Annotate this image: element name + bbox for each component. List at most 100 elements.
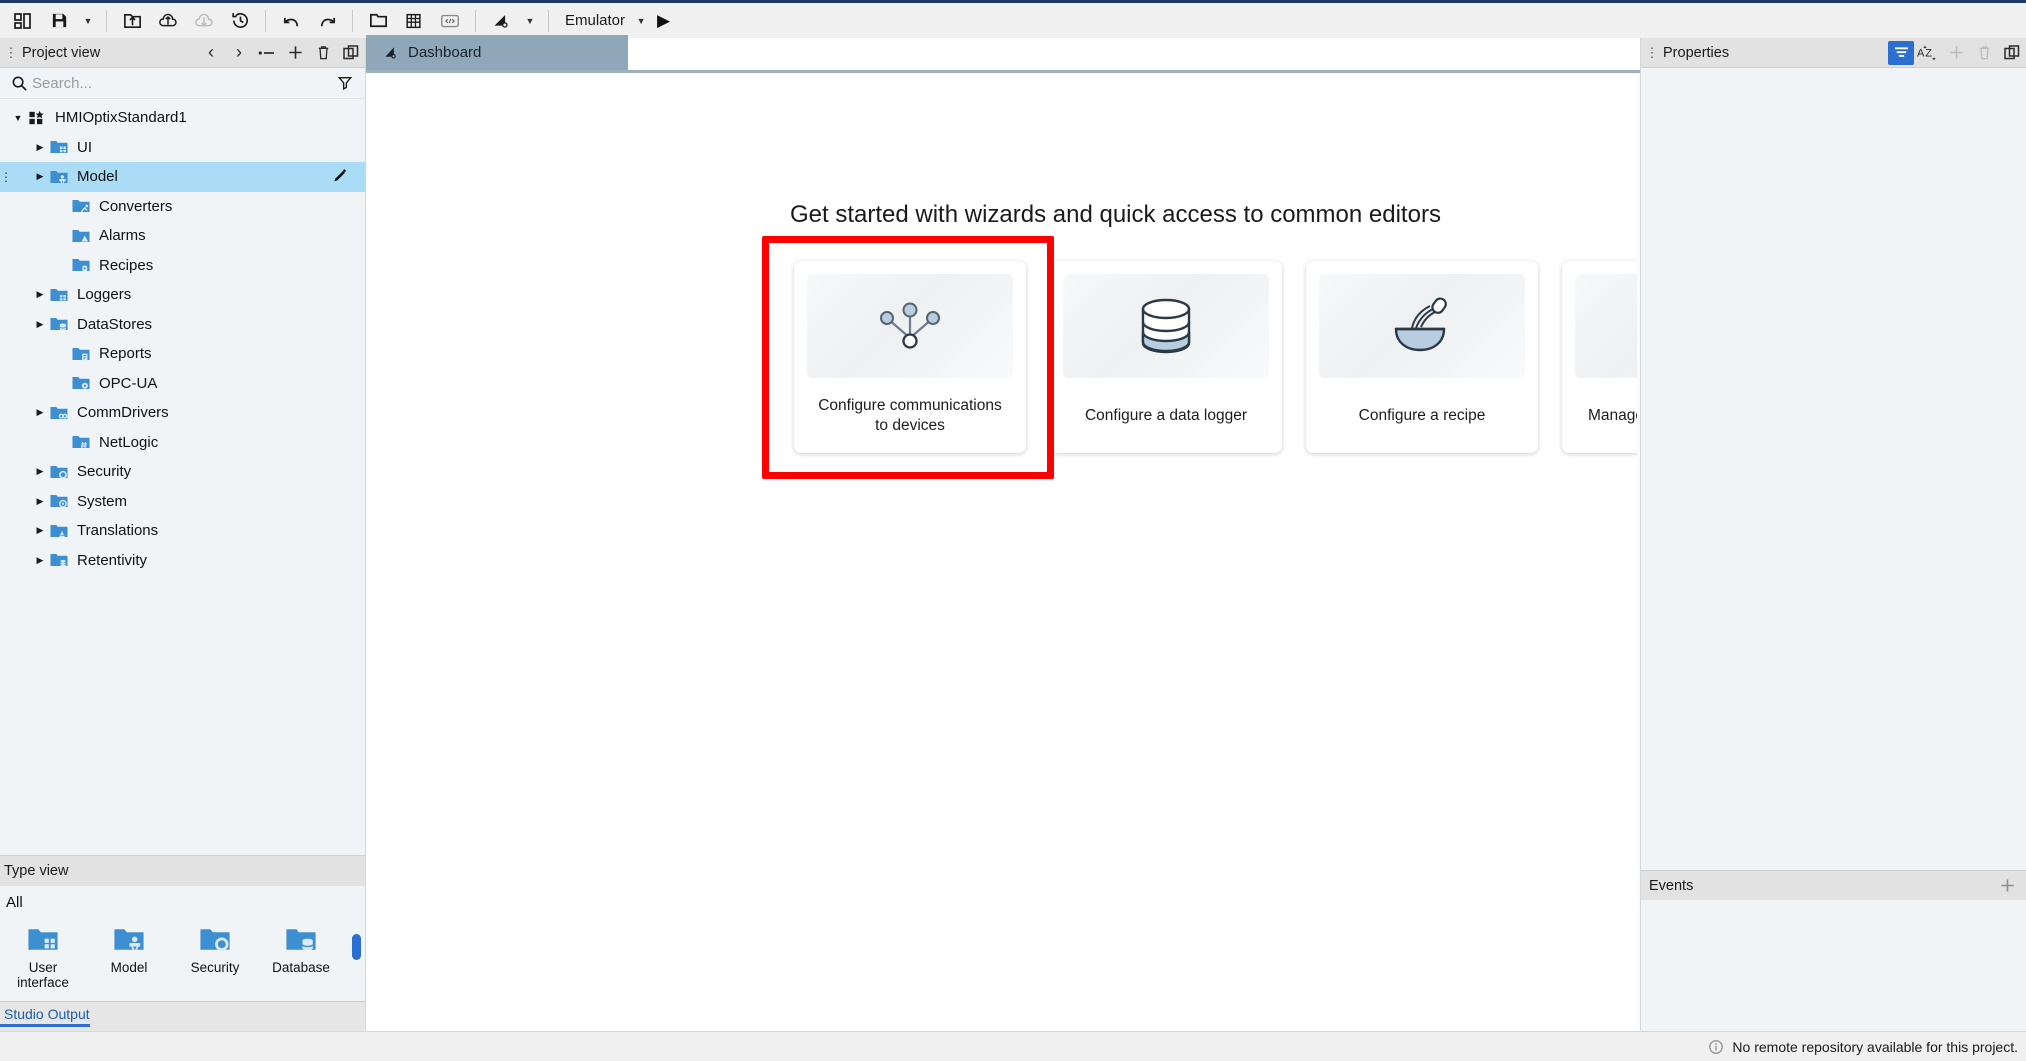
expand-arrow-right-icon[interactable]: ▶ [32,407,48,418]
row-drag-handle-icon[interactable]: ⋮ [0,162,12,192]
add-icon[interactable] [1942,40,1970,66]
filter-icon[interactable] [331,75,359,91]
save-dropdown-caret-icon[interactable]: ▼ [78,6,98,36]
folder-netlogic-icon [70,433,92,451]
expand-arrow-right-icon[interactable]: ▶ [32,142,48,153]
sort-alpha-icon[interactable]: AZ [1914,40,1942,66]
add-icon[interactable] [281,40,309,66]
main-toolbar: ▼ ▼ Emulator ▼ ▶ [0,0,2026,38]
tree-item-reports[interactable]: Reports [0,339,365,369]
upload-cloud-icon[interactable] [151,6,185,36]
tree-item-opc-ua[interactable]: OPC-UA [0,369,365,399]
type-view-item-model[interactable]: Model [86,924,172,976]
tree-item-hmioptixstandard1[interactable]: ▼ HMIOptixStandard1 [0,103,365,133]
type-view-title: Type view [4,862,69,879]
type-view-all-label[interactable]: All [0,885,365,920]
expand-arrow-right-icon[interactable]: ▶ [32,496,48,507]
editor-scrollbar[interactable] [1637,73,1640,1031]
build-dropdown-caret-icon[interactable]: ▼ [520,6,540,36]
type-view-item-security[interactable]: Security [172,924,258,976]
status-bar: No remote repository available for this … [0,1031,2026,1061]
type-view-scrollbar[interactable] [352,933,361,960]
active-tab-underline [0,1024,90,1027]
tree-item-datastores[interactable]: ▶ DataStores [0,310,365,340]
toolbar-separator [475,9,476,32]
card-configure-recipe[interactable]: Configure a recipe [1306,261,1538,453]
code-icon[interactable] [433,6,467,36]
tree-item-security[interactable]: ▶ Security [0,457,365,487]
run-target-label[interactable]: Emulator [557,12,629,29]
card-label: Manage users and groups [1587,406,1640,424]
toolbar-separator [265,9,266,32]
expand-arrow-right-icon[interactable]: ▶ [32,555,48,566]
studio-output-tab[interactable]: Studio Output [0,1001,365,1031]
expand-arrow-down-icon[interactable]: ▼ [10,113,26,123]
nav-forward-icon[interactable]: › [225,40,253,66]
toolbar-separator [106,9,107,32]
type-view-item-user-interface[interactable]: User interface [0,924,86,991]
tree-item-converters[interactable]: Converters [0,192,365,222]
tree-item-translations[interactable]: ▶ Translations [0,516,365,546]
tree-item-recipes[interactable]: Recipes [0,251,365,281]
delete-icon[interactable] [1970,40,1998,66]
project-icon-icon [26,109,48,127]
type-view-item-label: Security [190,959,240,975]
export-project-icon[interactable] [115,6,149,36]
card-configure-communications[interactable]: Configure communications to devices [794,261,1026,453]
folder-retentivity-icon [48,551,70,569]
network-nodes-icon [807,274,1013,378]
folder-alarms-icon [70,227,92,245]
expand-arrow-right-icon[interactable]: ▶ [32,171,48,182]
download-cloud-icon[interactable] [187,6,221,36]
tree-item-label: UI [77,138,92,156]
detach-panel-icon[interactable] [337,40,365,66]
nav-back-icon[interactable]: ‹ [197,40,225,66]
tree-item-ui[interactable]: ▶ UI [0,133,365,163]
type-view-panel: Type view All User interface Model Security… [0,854,365,1001]
tree-item-alarms[interactable]: Alarms [0,221,365,251]
svg-text:Z: Z [1925,47,1932,59]
history-icon[interactable] [223,6,257,36]
project-view-title: Project view [22,44,101,61]
open-folder-icon[interactable] [361,6,395,36]
expand-arrow-right-icon[interactable]: ▶ [32,319,48,330]
tree-item-commdrivers[interactable]: ▶ CommDrivers [0,398,365,428]
card-manage-users-groups[interactable]: Manage users and groups [1562,261,1640,453]
edit-pencil-icon[interactable] [332,162,349,192]
run-target-caret-icon[interactable]: ▼ [631,6,651,36]
card-configure-data-logger[interactable]: Configure a data logger [1050,261,1282,453]
expand-arrow-right-icon[interactable]: ▶ [32,525,48,536]
type-view-item-database[interactable]: Database [258,924,344,976]
tree-item-model[interactable]: ⋮ ▶ Model [0,162,365,192]
panel-menu-icon[interactable]: ⋮ [4,46,18,59]
expand-arrow-right-icon[interactable]: ▶ [32,466,48,477]
tab-dashboard[interactable]: Dashboard [366,35,628,70]
properties-panel: ⋮ Properties AZ Events [1640,38,2026,1031]
add-event-icon[interactable] [1999,877,2016,894]
tree-item-retentivity[interactable]: ▶ Retentivity [0,546,365,576]
dashboard-icon [382,44,399,61]
collapse-all-icon[interactable] [253,40,281,66]
folder-ui-icon [26,924,60,955]
undo-icon[interactable] [274,6,308,36]
delete-icon[interactable] [309,40,337,66]
layout-toggle-icon[interactable] [6,6,40,36]
folder-ui-icon [48,138,70,156]
project-search-bar [0,68,365,99]
save-icon[interactable] [42,6,76,36]
detach-panel-icon[interactable] [1998,40,2026,66]
search-input[interactable] [32,74,331,92]
redo-icon[interactable] [310,6,344,36]
tree-item-netlogic[interactable]: NetLogic [0,428,365,458]
run-button[interactable]: ▶ [653,11,680,31]
status-message: No remote repository available for this … [1732,1038,2018,1055]
panel-menu-icon[interactable]: ⋮ [1645,46,1659,59]
filter-properties-icon[interactable] [1888,40,1914,65]
card-label: Configure communications to devices [818,397,1002,434]
tree-item-loggers[interactable]: ▶ Loggers [0,280,365,310]
grid-table-icon[interactable] [397,6,431,36]
tree-item-system[interactable]: ▶ System [0,487,365,517]
type-view-items: User interface Model Security Database [0,919,365,1001]
expand-arrow-right-icon[interactable]: ▶ [32,289,48,300]
build-icon[interactable] [484,6,518,36]
